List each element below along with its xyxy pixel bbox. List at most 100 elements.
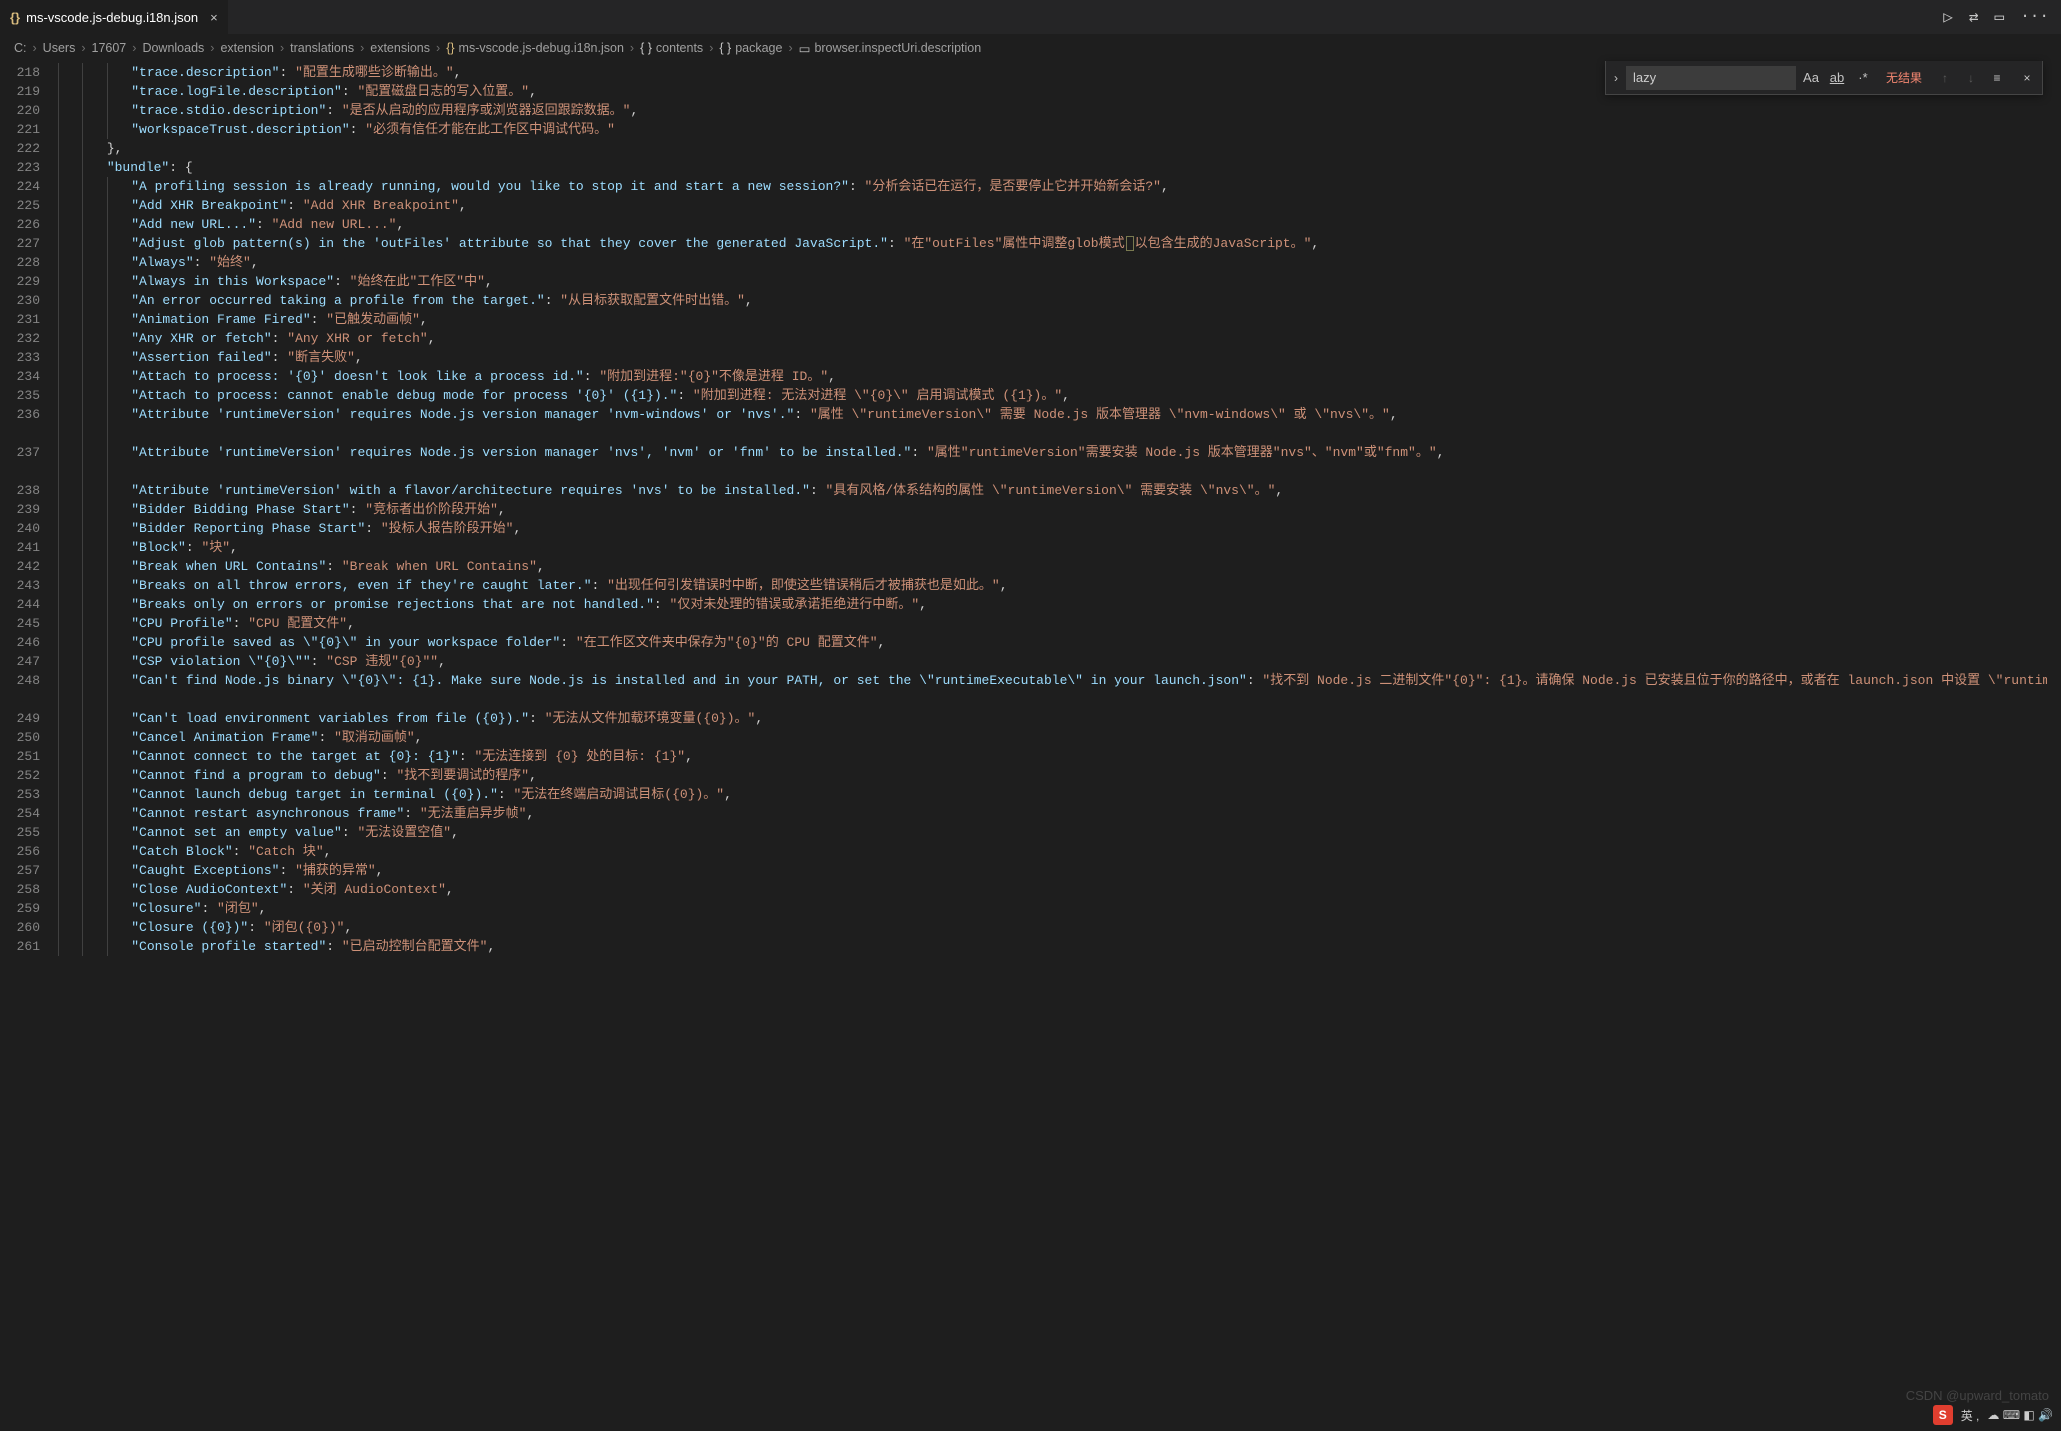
breadcrumb-symbol[interactable]: package: [735, 41, 782, 55]
breadcrumb-sep: ›: [788, 41, 792, 55]
editor-tab[interactable]: {} ms-vscode.js-debug.i18n.json ×: [0, 0, 228, 35]
code-line[interactable]: "Cannot find a program to debug": "找不到要调…: [58, 766, 2047, 785]
regex-icon[interactable]: ·*: [1852, 67, 1874, 89]
code-line[interactable]: "Closure": "闭包",: [58, 899, 2047, 918]
code-line[interactable]: "Attribute 'runtimeVersion' requires Nod…: [58, 443, 2047, 462]
code-line[interactable]: "CPU Profile": "CPU 配置文件",: [58, 614, 2047, 633]
code-line[interactable]: "Cannot connect to the target at {0}: {1…: [58, 747, 2047, 766]
code-line[interactable]: "Bidder Bidding Phase Start": "竞标者出价阶段开始…: [58, 500, 2047, 519]
find-toggle-replace-icon[interactable]: ›: [1610, 71, 1622, 85]
code-line[interactable]: "Catch Block": "Catch 块",: [58, 842, 2047, 861]
code-line[interactable]: "Attribute 'runtimeVersion' requires Nod…: [58, 405, 2047, 424]
editor[interactable]: 2182192202212222232242252262272282292302…: [0, 61, 2061, 1431]
ime-icon[interactable]: S: [1933, 1405, 1953, 1425]
line-number: 247: [0, 652, 40, 671]
match-whole-word-icon[interactable]: ab: [1826, 67, 1848, 89]
code-line[interactable]: },: [58, 139, 2047, 158]
diff-icon[interactable]: ⇄: [1969, 7, 1979, 27]
run-icon[interactable]: ▷: [1943, 7, 1953, 27]
close-tab-icon[interactable]: ×: [210, 10, 218, 25]
breadcrumb-part[interactable]: extensions: [370, 41, 430, 55]
tray-icons[interactable]: ☁ ⌨ ◧ 🔊: [1987, 1408, 2053, 1422]
line-number: 231: [0, 310, 40, 329]
breadcrumb-sep: ›: [360, 41, 364, 55]
code-line[interactable]: "Can't load environment variables from f…: [58, 709, 2047, 728]
line-number: 226: [0, 215, 40, 234]
tab-actions: ▷ ⇄ ▭ ···: [1943, 7, 2061, 27]
close-find-icon[interactable]: ×: [2016, 71, 2038, 85]
breadcrumb-part[interactable]: C:: [14, 41, 27, 55]
more-actions-icon[interactable]: ···: [2020, 7, 2049, 27]
code-line[interactable]: "Cannot launch debug target in terminal …: [58, 785, 2047, 804]
line-number: 248: [0, 671, 40, 690]
line-number: 240: [0, 519, 40, 538]
line-number: 227: [0, 234, 40, 253]
code-line[interactable]: "Closure ({0})": "闭包({0})",: [58, 918, 2047, 937]
split-editor-icon[interactable]: ▭: [1995, 7, 2005, 27]
line-number: 239: [0, 500, 40, 519]
line-number: 223: [0, 158, 40, 177]
code-line[interactable]: "Block": "块",: [58, 538, 2047, 557]
code-line[interactable]: "Caught Exceptions": "捕获的异常",: [58, 861, 2047, 880]
breadcrumb-sep: ›: [630, 41, 634, 55]
line-number-gutter: 2182192202212222232242252262272282292302…: [0, 61, 58, 1431]
code-line[interactable]: "Attach to process: '{0}' doesn't look l…: [58, 367, 2047, 386]
object-icon: { }: [719, 41, 731, 55]
code-line[interactable]: "Close AudioContext": "关闭 AudioContext",: [58, 880, 2047, 899]
breadcrumb-sep: ›: [81, 41, 85, 55]
line-number: 249: [0, 709, 40, 728]
code-line[interactable]: "Adjust glob pattern(s) in the 'outFiles…: [58, 234, 2047, 253]
line-number: 218: [0, 63, 40, 82]
code-line[interactable]: "Break when URL Contains": "Break when U…: [58, 557, 2047, 576]
find-input[interactable]: [1626, 66, 1796, 90]
code-line[interactable]: "A profiling session is already running,…: [58, 177, 2047, 196]
find-next-icon[interactable]: ↓: [1960, 71, 1982, 85]
breadcrumb-part[interactable]: translations: [290, 41, 354, 55]
code-line[interactable]: "Console profile started": "已启动控制台配置文件",: [58, 937, 2047, 956]
code-line[interactable]: "bundle": {: [58, 158, 2047, 177]
breadcrumb-file[interactable]: ms-vscode.js-debug.i18n.json: [459, 41, 624, 55]
code-line[interactable]: "workspaceTrust.description": "必须有信任才能在此…: [58, 120, 2047, 139]
code-line[interactable]: "Animation Frame Fired": "已触发动画帧",: [58, 310, 2047, 329]
breadcrumb-symbol[interactable]: contents: [656, 41, 703, 55]
code-line[interactable]: "Assertion failed": "断言失败",: [58, 348, 2047, 367]
code-line[interactable]: "CSP violation \"{0}\"": "CSP 违规"{0}"",: [58, 652, 2047, 671]
line-number: 259: [0, 899, 40, 918]
line-number: 255: [0, 823, 40, 842]
code-line[interactable]: "Bidder Reporting Phase Start": "投标人报告阶段…: [58, 519, 2047, 538]
code-line[interactable]: "An error occurred taking a profile from…: [58, 291, 2047, 310]
taskbar: S 英 , ☁ ⌨ ◧ 🔊: [1925, 1399, 2061, 1431]
breadcrumb-symbol[interactable]: browser.inspectUri.description: [814, 41, 981, 55]
code-area[interactable]: "trace.description": "配置生成哪些诊断输出。", "tra…: [58, 61, 2047, 1431]
code-line[interactable]: "trace.stdio.description": "是否从启动的应用程序或浏…: [58, 101, 2047, 120]
code-line[interactable]: "Add new URL...": "Add new URL...",: [58, 215, 2047, 234]
code-line[interactable]: "Can't find Node.js binary \"{0}\": {1}.…: [58, 671, 2047, 690]
breadcrumb-sep: ›: [280, 41, 284, 55]
line-number: 254: [0, 804, 40, 823]
ime-lang[interactable]: 英 ,: [1961, 1407, 1980, 1424]
code-line[interactable]: "CPU profile saved as \"{0}\" in your wo…: [58, 633, 2047, 652]
code-line[interactable]: "Always": "始终",: [58, 253, 2047, 272]
line-number: 260: [0, 918, 40, 937]
code-line[interactable]: "Attribute 'runtimeVersion' with a flavo…: [58, 481, 2047, 500]
code-line[interactable]: "Cannot set an empty value": "无法设置空值",: [58, 823, 2047, 842]
find-prev-icon[interactable]: ↑: [1934, 71, 1956, 85]
code-line[interactable]: "Any XHR or fetch": "Any XHR or fetch",: [58, 329, 2047, 348]
minimap[interactable]: [2047, 61, 2061, 1431]
code-line[interactable]: "Cannot restart asynchronous frame": "无法…: [58, 804, 2047, 823]
find-in-selection-icon[interactable]: ≡: [1986, 71, 2008, 85]
breadcrumb[interactable]: C:› Users› 17607› Downloads› extension› …: [0, 35, 2061, 61]
breadcrumb-part[interactable]: extension: [220, 41, 274, 55]
code-line[interactable]: "Breaks on all throw errors, even if the…: [58, 576, 2047, 595]
breadcrumb-part[interactable]: Downloads: [142, 41, 204, 55]
code-line[interactable]: "Attach to process: cannot enable debug …: [58, 386, 2047, 405]
match-case-icon[interactable]: Aa: [1800, 67, 1822, 89]
line-number: 220: [0, 101, 40, 120]
code-line[interactable]: "Add XHR Breakpoint": "Add XHR Breakpoin…: [58, 196, 2047, 215]
code-line[interactable]: "Breaks only on errors or promise reject…: [58, 595, 2047, 614]
code-line[interactable]: "Always in this Workspace": "始终在此"工作区"中"…: [58, 272, 2047, 291]
code-line[interactable]: "Cancel Animation Frame": "取消动画帧",: [58, 728, 2047, 747]
breadcrumb-part[interactable]: Users: [43, 41, 76, 55]
line-number: 222: [0, 139, 40, 158]
breadcrumb-part[interactable]: 17607: [92, 41, 127, 55]
